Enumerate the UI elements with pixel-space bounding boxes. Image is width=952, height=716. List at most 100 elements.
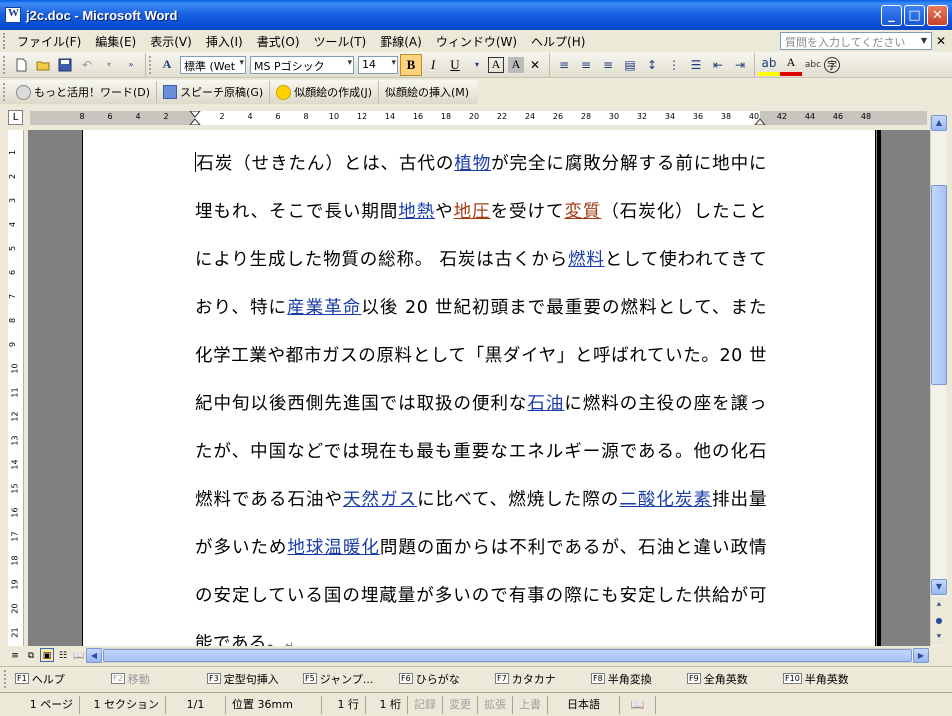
close-button[interactable]: ✕ <box>927 5 948 26</box>
create-portrait-button[interactable]: 似顔絵の作成(J) <box>270 81 379 103</box>
indent-marker-icon[interactable] <box>188 111 202 125</box>
vertical-scrollbar[interactable]: ▲ ▼ ⯅ ● ⯆ <box>930 115 947 646</box>
highlight-icon[interactable]: ab <box>758 54 780 76</box>
format-toolbar-grip[interactable] <box>149 55 152 74</box>
normal-view-icon[interactable]: ≡ <box>8 648 22 662</box>
next-page-icon[interactable]: ⯆ <box>931 629 947 645</box>
link-natural-gas[interactable]: 天然ガス <box>343 490 417 510</box>
insert-portrait-button[interactable]: 似顔絵の挿入(M) <box>379 81 475 103</box>
line-spacing-icon[interactable]: ↕ <box>641 54 663 76</box>
fkey-autotext[interactable]: F3 定型句挿入 <box>207 671 303 687</box>
menu-tools[interactable]: ツール(T) <box>307 31 374 52</box>
status-language[interactable]: 日本語 <box>548 695 620 714</box>
fkey-hiragana[interactable]: F6 ひらがな <box>399 671 495 687</box>
fkey-fullwidth-alnum[interactable]: F9 全角英数 <box>687 671 783 687</box>
link-alteration[interactable]: 変質 <box>564 202 601 222</box>
fkey-katakana[interactable]: F7 カタカナ <box>495 671 591 687</box>
menu-table[interactable]: 罫線(A) <box>373 31 429 52</box>
bold-button[interactable]: B <box>400 53 422 76</box>
help-question-input[interactable]: 質問を入力してください ▼ <box>780 32 932 50</box>
speech-draft-button[interactable]: スピーチ原稿(G) <box>157 81 271 103</box>
status-extend[interactable]: 拡張 <box>478 695 513 714</box>
menu-insert[interactable]: 挿入(I) <box>199 31 250 52</box>
toolbar-options-icon[interactable]: » <box>120 54 142 76</box>
more-word-button[interactable]: もっと活用！ワード(D) <box>10 81 158 103</box>
decrease-indent-icon[interactable]: ⇤ <box>707 54 729 76</box>
link-plant[interactable]: 植物 <box>454 154 491 174</box>
toolbar-grip[interactable] <box>3 55 6 74</box>
custom-toolbar-grip[interactable] <box>3 83 6 101</box>
italic-button[interactable]: I <box>422 54 444 76</box>
document-page[interactable]: 石炭（せきたん）とは、古代の植物が完全に腐敗分解する前に地中に埋もれ、そこで長い… <box>82 130 881 646</box>
scroll-left-icon[interactable]: ◀ <box>86 648 102 663</box>
open-folder-icon[interactable] <box>32 54 54 76</box>
menu-edit[interactable]: 編集(E) <box>88 31 143 52</box>
menu-window[interactable]: ウィンドウ(W) <box>429 31 524 52</box>
help-dropdown-icon[interactable]: ▼ <box>918 34 930 48</box>
font-select[interactable]: MS Pゴシック <box>250 55 354 74</box>
menu-help[interactable]: ヘルプ(H) <box>524 31 592 52</box>
fkey-halfwidth-alnum[interactable]: F10 半角英数 <box>783 671 879 687</box>
browse-object-icon[interactable]: ● <box>931 613 947 629</box>
status-record-macro[interactable]: 記録 <box>408 695 443 714</box>
horizontal-ruler[interactable]: 8 6 4 2 2 4 6 8 10 12 14 16 18 20 22 24 26 28 30 32 34 36 38 40… <box>30 111 927 125</box>
vertical-scroll-thumb[interactable] <box>931 185 947 385</box>
horizontal-scroll-thumb[interactable] <box>103 649 912 662</box>
distributed-align-icon[interactable]: ▤ <box>619 54 641 76</box>
numbered-list-icon[interactable]: ⋮ <box>663 54 685 76</box>
scroll-right-icon[interactable]: ▶ <box>913 648 929 663</box>
link-industrial-revolution[interactable]: 産業革命 <box>287 298 361 318</box>
print-layout-view-icon[interactable]: ▣ <box>40 648 54 662</box>
maximize-button[interactable]: □ <box>904 5 925 26</box>
undo-dropdown-icon[interactable]: ▾ <box>98 54 120 76</box>
previous-page-icon[interactable]: ⯅ <box>931 597 947 613</box>
spelling-status-icon[interactable]: 📖 <box>620 695 656 714</box>
horizontal-scrollbar[interactable]: ◀ ▶ <box>86 648 929 663</box>
word-doc-icon[interactable] <box>5 7 21 23</box>
document-body[interactable]: 石炭（せきたん）とは、古代の植物が完全に腐敗分解する前に地中に埋もれ、そこで長い… <box>195 140 767 646</box>
increase-indent-icon[interactable]: ⇥ <box>729 54 751 76</box>
menubar-grip[interactable] <box>3 33 6 49</box>
underline-dropdown-icon[interactable]: ▾ <box>466 54 488 76</box>
character-scaling-icon[interactable]: ✕ <box>524 54 546 76</box>
web-layout-view-icon[interactable]: ⧉ <box>24 648 38 662</box>
character-border-icon[interactable]: A <box>488 56 504 73</box>
undo-icon[interactable]: ↶ <box>76 54 98 76</box>
fkey-jump[interactable]: F5 ジャンプ... <box>303 671 399 687</box>
bullet-list-icon[interactable]: ☰ <box>685 54 707 76</box>
styles-pane-icon[interactable]: A <box>156 54 178 76</box>
document-workspace[interactable]: 石炭（せきたん）とは、古代の植物が完全に腐敗分解する前に地中に埋もれ、そこで長い… <box>28 130 930 646</box>
link-global-warming[interactable]: 地球温暖化 <box>287 538 379 558</box>
style-select[interactable]: 標準 (Wet <box>180 55 246 74</box>
underline-button[interactable]: U <box>444 54 466 76</box>
link-petroleum[interactable]: 石油 <box>527 394 564 414</box>
scroll-down-icon[interactable]: ▼ <box>931 579 947 595</box>
fkey-move[interactable]: F2 移動 <box>111 671 207 687</box>
minimize-button[interactable]: _ <box>881 5 902 26</box>
save-icon[interactable] <box>54 54 76 76</box>
link-carbon-dioxide[interactable]: 二酸化炭素 <box>619 490 712 510</box>
align-right-icon[interactable]: ≡ <box>597 54 619 76</box>
link-geopressure[interactable]: 地圧 <box>454 202 491 222</box>
font-size-select[interactable]: 14 <box>358 55 398 74</box>
font-color-icon[interactable]: A <box>780 54 802 76</box>
phonetic-guide-icon[interactable]: abc <box>802 54 824 76</box>
document-close-icon[interactable]: ✕ <box>936 34 946 48</box>
fkey-halfwidth[interactable]: F8 半角変換 <box>591 671 687 687</box>
vertical-ruler[interactable]: 1 2 3 4 5 6 7 8 9 10 11 12 13 14 15 16 17 18 19 20 21 <box>8 130 24 646</box>
menu-view[interactable]: 表示(V) <box>143 31 199 52</box>
outline-view-icon[interactable]: ☷ <box>56 648 70 662</box>
right-indent-marker-icon[interactable] <box>754 117 766 125</box>
menu-format[interactable]: 書式(O) <box>250 31 307 52</box>
fkey-grip[interactable] <box>4 669 7 688</box>
fkey-help[interactable]: F1 ヘルプ <box>15 671 111 687</box>
align-left-icon[interactable]: ≡ <box>553 54 575 76</box>
link-geothermal[interactable]: 地熱 <box>398 202 435 222</box>
link-fuel[interactable]: 燃料 <box>568 250 605 270</box>
align-center-icon[interactable]: ≡ <box>575 54 597 76</box>
reading-layout-view-icon[interactable]: 📖 <box>72 648 86 662</box>
menu-file[interactable]: ファイル(F) <box>10 31 88 52</box>
status-overtype[interactable]: 上書 <box>513 695 548 714</box>
new-document-icon[interactable] <box>10 54 32 76</box>
tab-selector-button[interactable]: L <box>8 110 23 125</box>
